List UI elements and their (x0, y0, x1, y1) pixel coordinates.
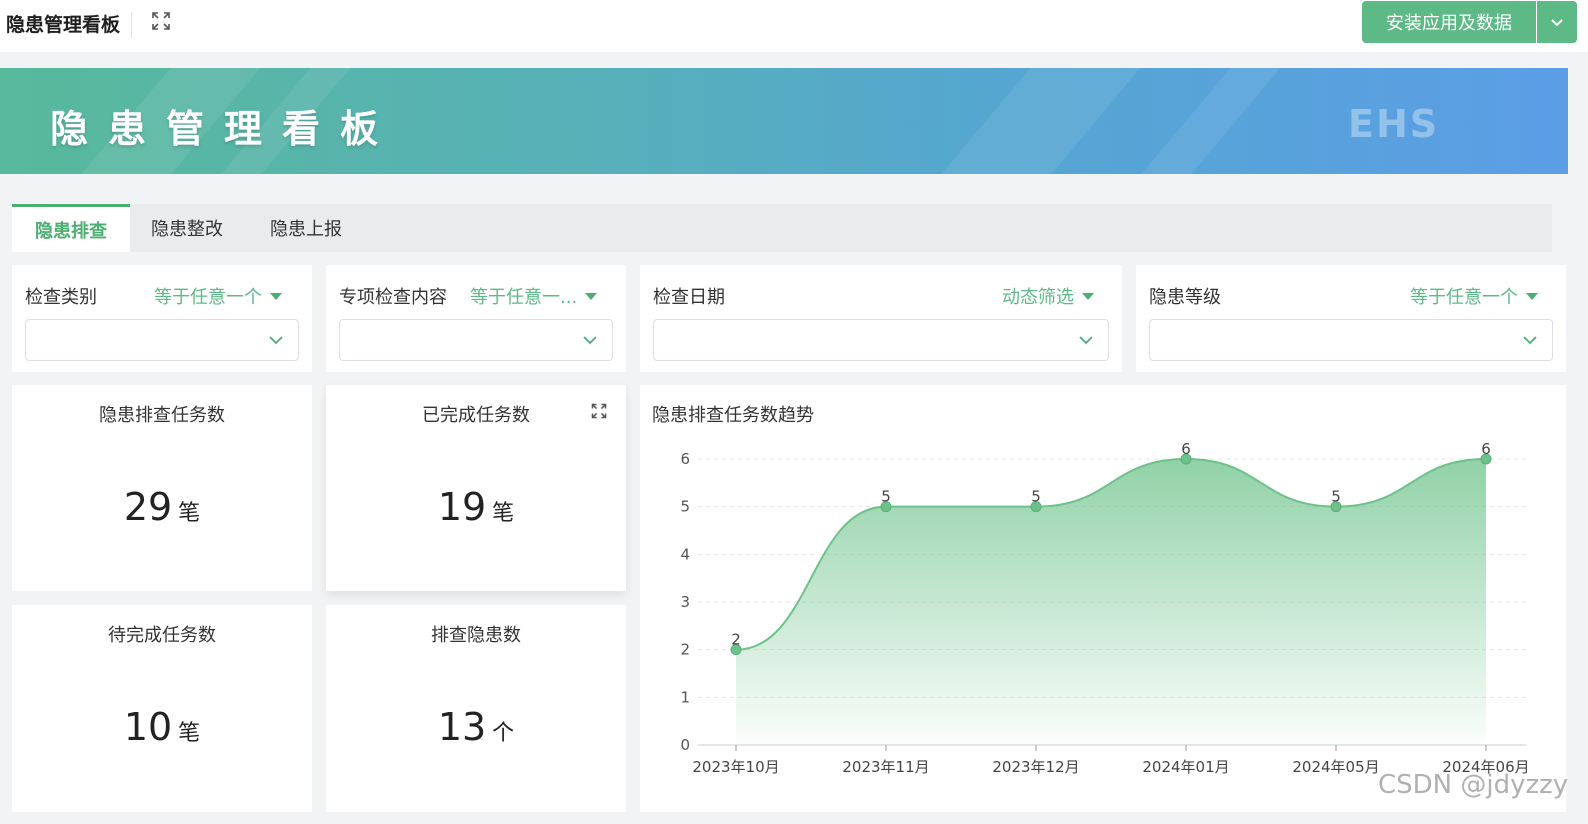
data-label: 5 (881, 488, 891, 506)
tab-hazard-rectification[interactable]: 隐患整改 (137, 204, 237, 252)
kpi-hazards-found: 排查隐患数 13 个 (326, 605, 626, 812)
y-tick-label: 0 (680, 736, 690, 754)
install-app-button[interactable]: 安装应用及数据 (1362, 1, 1536, 43)
fullscreen-icon[interactable] (590, 402, 608, 420)
filter-label: 隐患等级 (1149, 287, 1221, 308)
tab-hazard-report[interactable]: 隐患上报 (256, 204, 356, 252)
kpi-unit: 笔 (178, 501, 201, 526)
kpi-number: 10 (123, 705, 173, 749)
banner-title: 隐患管理看板 (50, 107, 399, 151)
caret-down-icon (270, 292, 282, 300)
filter-inspection-category: 检查类别 等于任意一个 (12, 265, 312, 372)
tab-bar: 隐患排查 隐患整改 隐患上报 (12, 204, 1552, 252)
filter-operator[interactable]: 等于任意一个 (154, 283, 282, 309)
data-label: 5 (1031, 488, 1041, 506)
kpi-unit: 笔 (178, 721, 201, 746)
watermark: CSDN @jdyzzy (1378, 770, 1569, 800)
top-bar: 隐患管理看板 安装应用及数据 (0, 0, 1588, 52)
kpi-value: 13 个 (326, 705, 626, 749)
filter-operator-label: 等于任意一... (470, 287, 578, 308)
y-tick-label: 4 (680, 545, 690, 563)
x-tick-label: 2024年01月 (1142, 758, 1229, 776)
data-label: 5 (1331, 488, 1341, 506)
header-banner: 隐患管理看板 EHS (0, 68, 1568, 174)
x-tick-label: 2023年11月 (842, 758, 929, 776)
filter-label: 专项检查内容 (339, 287, 447, 308)
banner-logo-text: EHS (1348, 102, 1440, 146)
kpi-title: 待完成任务数 (108, 625, 216, 646)
x-tick-label: 2024年05月 (1292, 758, 1379, 776)
filter-operator-label: 等于任意一个 (154, 287, 262, 308)
filter-inspection-date: 检查日期 动态筛选 (640, 265, 1122, 372)
filter-label: 检查类别 (25, 287, 97, 308)
x-tick-label: 2023年10月 (692, 758, 779, 776)
filter-select[interactable] (653, 319, 1109, 361)
filter-operator-label: 等于任意一个 (1410, 287, 1518, 308)
filter-operator[interactable]: 动态筛选 (1002, 283, 1094, 309)
chevron-down-icon (1523, 336, 1537, 345)
data-label: 6 (1181, 440, 1191, 458)
chevron-down-icon (583, 336, 597, 345)
page-title: 隐患管理看板 (6, 14, 121, 36)
y-tick-label: 5 (680, 498, 690, 516)
y-tick-label: 3 (680, 593, 690, 611)
filter-select[interactable] (25, 319, 299, 361)
kpi-completed-tasks: 已完成任务数 19 笔 (326, 385, 626, 591)
title-divider (131, 12, 132, 38)
install-dropdown-button[interactable] (1537, 1, 1577, 43)
chevron-down-icon (1079, 336, 1093, 345)
kpi-title: 排查隐患数 (431, 625, 521, 646)
x-tick-label: 2023年12月 (992, 758, 1079, 776)
caret-down-icon (1526, 292, 1538, 300)
caret-down-icon (1082, 292, 1094, 300)
filter-operator[interactable]: 等于任意一... (470, 283, 598, 309)
trend-chart-card: 隐患排查任务数趋势 0 1 2 3 4 5 6 2023年10月 2023年11月 2023年12… (640, 385, 1566, 812)
filter-operator-label: 动态筛选 (1002, 287, 1074, 308)
chevron-down-icon (269, 336, 283, 345)
data-label: 2 (731, 631, 741, 649)
fullscreen-icon[interactable] (150, 10, 172, 32)
kpi-number: 13 (437, 705, 487, 749)
filter-special-inspection-content: 专项检查内容 等于任意一... (326, 265, 626, 372)
kpi-inspection-tasks: 隐患排查任务数 29 笔 (12, 385, 312, 591)
banner-decoration (896, 68, 1174, 174)
kpi-title: 已完成任务数 (422, 405, 530, 426)
filter-select[interactable] (339, 319, 613, 361)
y-tick-label: 6 (680, 450, 690, 468)
caret-down-icon (585, 292, 598, 300)
kpi-value: 19 笔 (326, 485, 626, 529)
filter-hazard-level: 隐患等级 等于任意一个 (1136, 265, 1566, 372)
trend-chart: 0 1 2 3 4 5 6 2023年10月 2023年11月 2023年12月 2024年01月 2… (680, 440, 1529, 776)
kpi-value: 29 笔 (12, 485, 312, 529)
chevron-down-icon (1551, 19, 1563, 27)
filter-select[interactable] (1149, 319, 1553, 361)
banner-decoration (1096, 68, 1314, 174)
kpi-number: 19 (437, 485, 487, 529)
filter-label: 检查日期 (653, 287, 725, 308)
tab-hazard-inspection[interactable]: 隐患排查 (12, 204, 130, 252)
filter-operator[interactable]: 等于任意一个 (1410, 283, 1538, 309)
kpi-pending-tasks: 待完成任务数 10 笔 (12, 605, 312, 812)
kpi-unit: 个 (492, 721, 515, 746)
kpi-unit: 笔 (492, 501, 515, 526)
y-tick-label: 1 (680, 688, 690, 706)
kpi-title: 隐患排查任务数 (99, 405, 225, 426)
kpi-value: 10 笔 (12, 705, 312, 749)
data-label: 6 (1481, 440, 1491, 458)
y-tick-label: 2 (680, 641, 690, 659)
kpi-number: 29 (123, 485, 173, 529)
